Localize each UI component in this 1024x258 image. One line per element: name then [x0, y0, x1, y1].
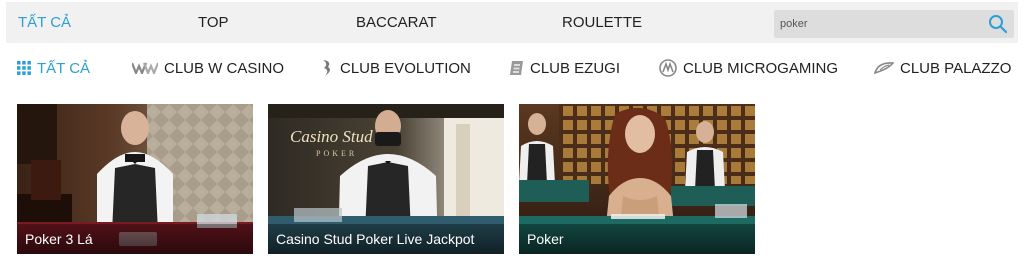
top-navigation-bar: TẤT CẢ TOP BACCARAT ROULETTE	[6, 2, 1018, 43]
search-input[interactable]	[774, 10, 980, 38]
filter-all-label: TẤT CẢ	[37, 59, 91, 77]
ezugi-logo-icon	[509, 60, 524, 76]
filter-club-evolution[interactable]: CLUB EVOLUTION	[321, 50, 471, 86]
search-box	[774, 10, 1014, 38]
game-title: Poker 3 Lá	[17, 224, 253, 254]
tab-roulette[interactable]: ROULETTE	[562, 2, 642, 43]
tab-top[interactable]: TOP	[198, 2, 229, 43]
palazzo-logo-icon	[874, 61, 894, 75]
grid-icon	[17, 61, 31, 75]
game-logo-text: Casino Stud	[290, 127, 373, 146]
filter-club-ezugi-label: CLUB EZUGI	[530, 59, 621, 77]
w-casino-logo-icon	[132, 62, 158, 74]
filter-all[interactable]: TẤT CẢ	[17, 50, 90, 86]
search-icon[interactable]	[988, 14, 1008, 34]
game-title: Poker	[519, 224, 755, 254]
microgaming-logo-icon	[659, 59, 677, 77]
filter-club-w-casino[interactable]: CLUB W CASINO	[132, 50, 284, 86]
game-card-poker-3-la[interactable]: Poker 3 Lá	[17, 104, 253, 254]
game-title: Casino Stud Poker Live Jackpot	[268, 224, 504, 254]
filter-club-palazzo[interactable]: CLUB PALAZZO	[874, 50, 1011, 86]
filter-club-microgaming[interactable]: CLUB MICROGAMING	[659, 50, 838, 86]
tab-all[interactable]: TẤT CẢ	[18, 2, 71, 43]
game-card-casino-stud-poker-live-jackpot[interactable]: Casino Stud POKER Casino Stud Poker Live…	[268, 104, 504, 254]
evolution-logo-icon	[321, 59, 334, 77]
game-card-poker[interactable]: Poker	[519, 104, 755, 254]
filter-club-palazzo-label: CLUB PALAZZO	[900, 59, 1012, 77]
tab-baccarat[interactable]: BACCARAT	[356, 2, 437, 43]
filter-club-microgaming-label: CLUB MICROGAMING	[683, 59, 839, 77]
filter-club-evolution-label: CLUB EVOLUTION	[340, 59, 471, 77]
provider-filter-bar: TẤT CẢ CLUB W CASINO CLUB EVOLUTION CLUB…	[0, 50, 1024, 86]
filter-club-ezugi[interactable]: CLUB EZUGI	[509, 50, 620, 86]
game-logo-subtext: POKER	[316, 149, 357, 158]
filter-club-w-casino-label: CLUB W CASINO	[164, 59, 285, 77]
